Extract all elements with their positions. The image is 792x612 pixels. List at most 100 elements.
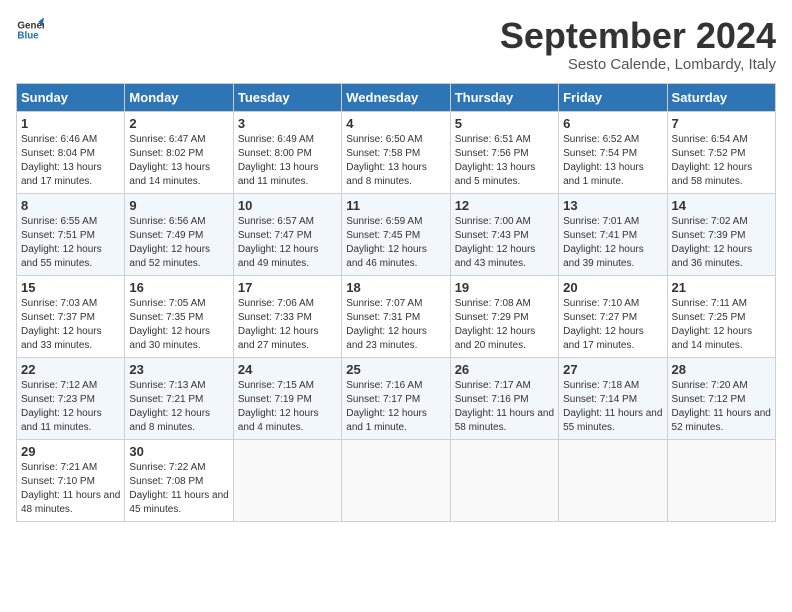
calendar-cell: 10 Sunrise: 6:57 AM Sunset: 7:47 PM Dayli… — [233, 193, 341, 275]
week-row-1: 1 Sunrise: 6:46 AM Sunset: 8:04 PM Daylig… — [17, 111, 776, 193]
calendar-cell: 4 Sunrise: 6:50 AM Sunset: 7:58 PM Daylig… — [342, 111, 450, 193]
cell-info: Sunrise: 6:56 AM Sunset: 7:49 PM Dayligh… — [129, 215, 228, 271]
calendar-cell: 27 Sunrise: 7:18 AM Sunset: 7:14 PM Dayli… — [559, 357, 667, 439]
cell-info: Sunrise: 7:12 AM Sunset: 7:23 PM Dayligh… — [21, 379, 120, 435]
day-number: 20 — [563, 280, 662, 295]
title-area: September 2024 Sesto Calende, Lombardy, … — [500, 16, 776, 73]
day-number: 21 — [672, 280, 771, 295]
cell-info: Sunrise: 7:18 AM Sunset: 7:14 PM Dayligh… — [563, 379, 662, 435]
logo-icon: General Blue — [16, 16, 44, 44]
calendar-cell: 12 Sunrise: 7:00 AM Sunset: 7:43 PM Dayli… — [450, 193, 558, 275]
cell-info: Sunrise: 7:08 AM Sunset: 7:29 PM Dayligh… — [455, 297, 554, 353]
calendar-cell: 3 Sunrise: 6:49 AM Sunset: 8:00 PM Daylig… — [233, 111, 341, 193]
cell-info: Sunrise: 7:07 AM Sunset: 7:31 PM Dayligh… — [346, 297, 445, 353]
calendar-cell: 14 Sunrise: 7:02 AM Sunset: 7:39 PM Dayli… — [667, 193, 775, 275]
cell-info: Sunrise: 7:15 AM Sunset: 7:19 PM Dayligh… — [238, 379, 337, 435]
calendar-cell: 29 Sunrise: 7:21 AM Sunset: 7:10 PM Dayli… — [17, 439, 125, 521]
calendar-table: SundayMondayTuesdayWednesdayThursdayFrid… — [16, 83, 776, 522]
day-number: 2 — [129, 116, 228, 131]
calendar-cell: 6Sunrise: 6:52 AM Sunset: 7:54 PM Daylig… — [559, 111, 667, 193]
day-number: 17 — [238, 280, 337, 295]
calendar-cell — [450, 439, 558, 521]
day-number: 15 — [21, 280, 120, 295]
calendar-cell: 15 Sunrise: 7:03 AM Sunset: 7:37 PM Dayli… — [17, 275, 125, 357]
day-number: 13 — [563, 198, 662, 213]
day-number: 5 — [455, 116, 554, 131]
day-number: 3 — [238, 116, 337, 131]
weekday-header-friday: Friday — [559, 83, 667, 111]
cell-info: Sunrise: 7:16 AM Sunset: 7:17 PM Dayligh… — [346, 379, 445, 435]
cell-info: Sunrise: 7:20 AM Sunset: 7:12 PM Dayligh… — [672, 379, 771, 435]
day-number: 14 — [672, 198, 771, 213]
day-number: 24 — [238, 362, 337, 377]
cell-info: Sunrise: 7:00 AM Sunset: 7:43 PM Dayligh… — [455, 215, 554, 271]
calendar-cell: 9 Sunrise: 6:56 AM Sunset: 7:49 PM Daylig… — [125, 193, 233, 275]
day-number: 9 — [129, 198, 228, 213]
calendar-cell: 18Sunrise: 7:07 AM Sunset: 7:31 PM Dayli… — [342, 275, 450, 357]
calendar-cell: 17 Sunrise: 7:06 AM Sunset: 7:33 PM Dayli… — [233, 275, 341, 357]
weekday-header-sunday: Sunday — [17, 83, 125, 111]
weekday-header-thursday: Thursday — [450, 83, 558, 111]
cell-info: Sunrise: 7:21 AM Sunset: 7:10 PM Dayligh… — [21, 461, 120, 517]
week-row-3: 15 Sunrise: 7:03 AM Sunset: 7:37 PM Dayli… — [17, 275, 776, 357]
cell-info: Sunrise: 7:06 AM Sunset: 7:33 PM Dayligh… — [238, 297, 337, 353]
weekday-header-row: SundayMondayTuesdayWednesdayThursdayFrid… — [17, 83, 776, 111]
cell-info: Sunrise: 6:47 AM Sunset: 8:02 PM Dayligh… — [129, 133, 228, 189]
day-number: 12 — [455, 198, 554, 213]
calendar-cell: 16 Sunrise: 7:05 AM Sunset: 7:35 PM Dayli… — [125, 275, 233, 357]
page-header: General Blue September 2024 Sesto Calend… — [16, 16, 776, 73]
cell-info: Sunrise: 6:49 AM Sunset: 8:00 PM Dayligh… — [238, 133, 337, 189]
day-number: 4 — [346, 116, 445, 131]
calendar-cell: 28 Sunrise: 7:20 AM Sunset: 7:12 PM Dayli… — [667, 357, 775, 439]
calendar-cell: 23 Sunrise: 7:13 AM Sunset: 7:21 PM Dayli… — [125, 357, 233, 439]
calendar-cell: 2 Sunrise: 6:47 AM Sunset: 8:02 PM Daylig… — [125, 111, 233, 193]
calendar-cell: 26Sunrise: 7:17 AM Sunset: 7:16 PM Dayli… — [450, 357, 558, 439]
calendar-cell — [667, 439, 775, 521]
day-number: 11 — [346, 198, 445, 213]
weekday-header-tuesday: Tuesday — [233, 83, 341, 111]
weekday-header-saturday: Saturday — [667, 83, 775, 111]
calendar-cell: 8Sunrise: 6:55 AM Sunset: 7:51 PM Daylig… — [17, 193, 125, 275]
calendar-cell: 24 Sunrise: 7:15 AM Sunset: 7:19 PM Dayli… — [233, 357, 341, 439]
cell-info: Sunrise: 7:13 AM Sunset: 7:21 PM Dayligh… — [129, 379, 228, 435]
cell-info: Sunrise: 6:57 AM Sunset: 7:47 PM Dayligh… — [238, 215, 337, 271]
day-number: 1 — [21, 116, 120, 131]
calendar-cell: 5 Sunrise: 6:51 AM Sunset: 7:56 PM Daylig… — [450, 111, 558, 193]
logo: General Blue — [16, 16, 44, 44]
calendar-cell: 11Sunrise: 6:59 AM Sunset: 7:45 PM Dayli… — [342, 193, 450, 275]
location-title: Sesto Calende, Lombardy, Italy — [500, 56, 776, 73]
weekday-header-monday: Monday — [125, 83, 233, 111]
day-number: 29 — [21, 444, 120, 459]
day-number: 23 — [129, 362, 228, 377]
cell-info: Sunrise: 6:55 AM Sunset: 7:51 PM Dayligh… — [21, 215, 120, 271]
day-number: 27 — [563, 362, 662, 377]
week-row-2: 8Sunrise: 6:55 AM Sunset: 7:51 PM Daylig… — [17, 193, 776, 275]
cell-info: Sunrise: 7:11 AM Sunset: 7:25 PM Dayligh… — [672, 297, 771, 353]
svg-text:Blue: Blue — [17, 30, 39, 41]
cell-info: Sunrise: 6:50 AM Sunset: 7:58 PM Dayligh… — [346, 133, 445, 189]
calendar-cell: 25Sunrise: 7:16 AM Sunset: 7:17 PM Dayli… — [342, 357, 450, 439]
cell-info: Sunrise: 7:10 AM Sunset: 7:27 PM Dayligh… — [563, 297, 662, 353]
cell-info: Sunrise: 6:54 AM Sunset: 7:52 PM Dayligh… — [672, 133, 771, 189]
day-number: 10 — [238, 198, 337, 213]
cell-info: Sunrise: 6:52 AM Sunset: 7:54 PM Dayligh… — [563, 133, 662, 189]
cell-info: Sunrise: 7:05 AM Sunset: 7:35 PM Dayligh… — [129, 297, 228, 353]
calendar-cell — [559, 439, 667, 521]
cell-info: Sunrise: 6:46 AM Sunset: 8:04 PM Dayligh… — [21, 133, 120, 189]
day-number: 30 — [129, 444, 228, 459]
cell-info: Sunrise: 7:03 AM Sunset: 7:37 PM Dayligh… — [21, 297, 120, 353]
calendar-cell — [342, 439, 450, 521]
calendar-cell: 7 Sunrise: 6:54 AM Sunset: 7:52 PM Daylig… — [667, 111, 775, 193]
cell-info: Sunrise: 6:51 AM Sunset: 7:56 PM Dayligh… — [455, 133, 554, 189]
cell-info: Sunrise: 7:02 AM Sunset: 7:39 PM Dayligh… — [672, 215, 771, 271]
day-number: 7 — [672, 116, 771, 131]
day-number: 16 — [129, 280, 228, 295]
calendar-cell: 30 Sunrise: 7:22 AM Sunset: 7:08 PM Dayli… — [125, 439, 233, 521]
day-number: 28 — [672, 362, 771, 377]
calendar-cell: 19Sunrise: 7:08 AM Sunset: 7:29 PM Dayli… — [450, 275, 558, 357]
calendar-cell: 21 Sunrise: 7:11 AM Sunset: 7:25 PM Dayli… — [667, 275, 775, 357]
calendar-cell: 20 Sunrise: 7:10 AM Sunset: 7:27 PM Dayli… — [559, 275, 667, 357]
week-row-5: 29 Sunrise: 7:21 AM Sunset: 7:10 PM Dayli… — [17, 439, 776, 521]
day-number: 26 — [455, 362, 554, 377]
cell-info: Sunrise: 7:22 AM Sunset: 7:08 PM Dayligh… — [129, 461, 228, 517]
